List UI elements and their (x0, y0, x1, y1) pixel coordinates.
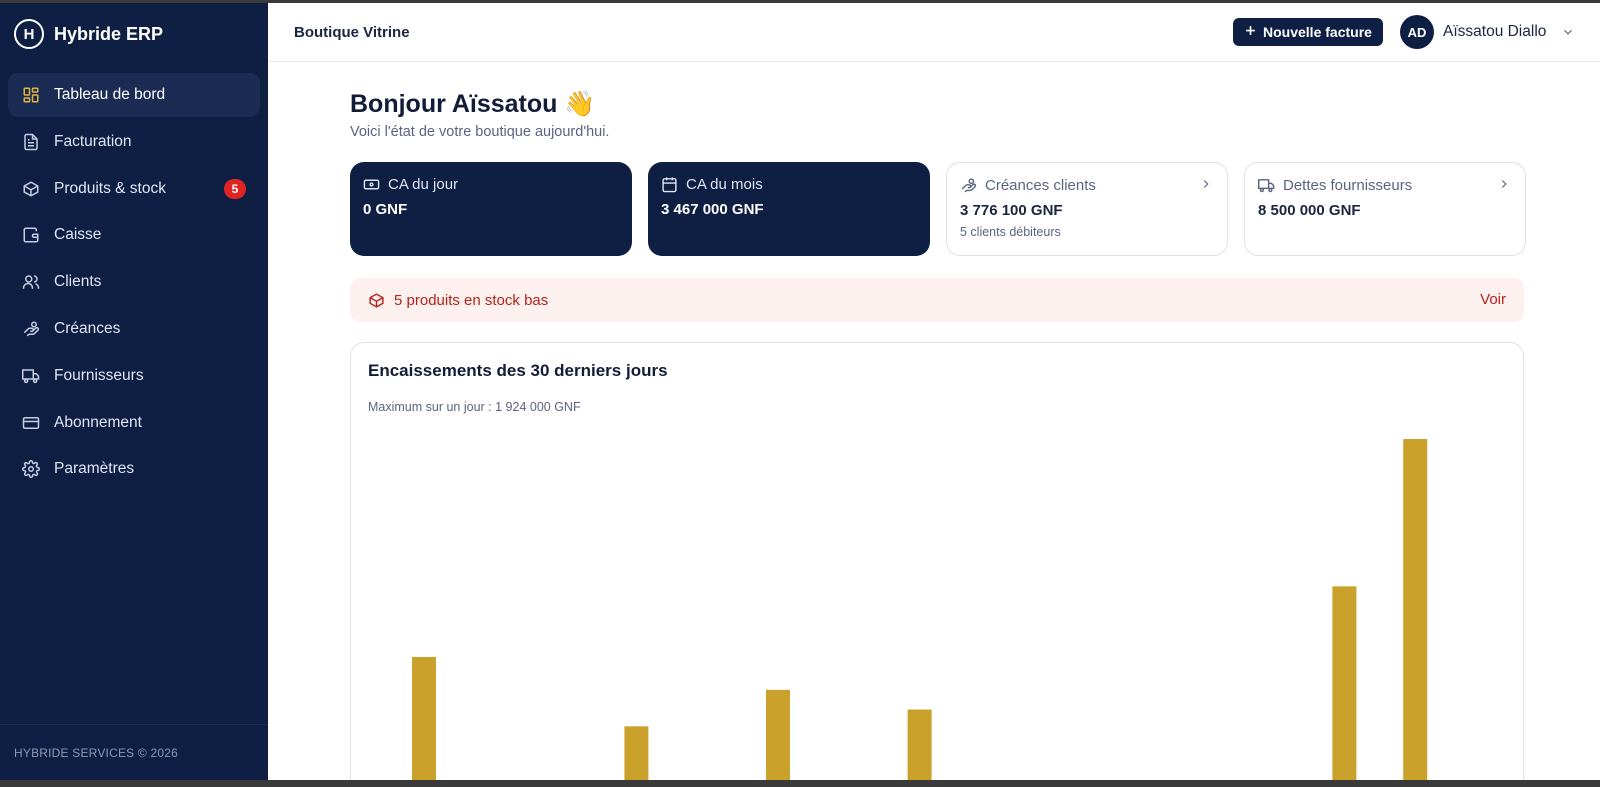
page-subtitle: Voici l'état de votre boutique aujourd'h… (350, 124, 610, 140)
chart-title: Encaissements des 30 derniers jours (368, 361, 668, 380)
chevron-right-icon (1501, 180, 1507, 188)
kpi-value: 3 467 000 GNF (661, 201, 764, 218)
dashboard-icon (22, 86, 40, 104)
low-stock-alert: 5 produits en stock bas Voir (350, 278, 1524, 322)
kpi-subtext: 5 clients débiteurs (960, 225, 1061, 239)
sidebar-item-label: Paramètres (54, 460, 135, 478)
sidebar-item-caisse[interactable]: Caisse (8, 213, 260, 257)
stock-alert-badge: 5 (224, 178, 246, 199)
kpi-card-ca-mois: CA du mois 3 467 000 GNF (648, 162, 930, 256)
chart-bar (766, 689, 790, 780)
plus-icon (1244, 24, 1257, 40)
cash-chart-card: Encaissements des 30 derniers jours Maxi… (350, 342, 1524, 780)
kpi-label: Créances clients (985, 177, 1096, 194)
credit-card-icon (22, 414, 40, 432)
sidebar-nav: Tableau de bord Facturation Produits & s… (0, 65, 268, 491)
chart-bar (624, 726, 649, 780)
truck-icon (22, 367, 40, 385)
sidebar-item-label: Clients (54, 273, 102, 291)
invoice-icon (22, 133, 40, 151)
sidebar-item-label: Produits & stock (54, 179, 166, 197)
user-name: Aïssatou Diallo (1443, 23, 1547, 40)
gear-icon (22, 460, 40, 479)
app-window: H Hybride ERP Tableau de bord Facturatio… (0, 3, 1600, 780)
sidebar-item-label: Facturation (54, 132, 132, 150)
truck-icon (1258, 179, 1275, 193)
sidebar-item-label: Fournisseurs (54, 366, 144, 384)
brand[interactable]: H Hybride ERP (0, 3, 268, 65)
sidebar-item-label: Abonnement (54, 413, 142, 431)
shop-name: Boutique Vitrine (294, 23, 410, 41)
sidebar-item-label: Créances (54, 319, 121, 337)
new-invoice-label: Nouvelle facture (1263, 24, 1372, 40)
sidebar-item-dashboard[interactable]: Tableau de bord (8, 73, 260, 117)
box-icon (369, 292, 384, 308)
sidebar-item-clients[interactable]: Clients (8, 260, 260, 304)
new-invoice-button[interactable]: Nouvelle facture (1233, 18, 1383, 46)
banknote-icon (363, 179, 380, 190)
sidebar-item-label: Tableau de bord (54, 86, 166, 103)
kpi-label: CA du mois (686, 176, 763, 193)
chart-bar (907, 709, 932, 780)
kpi-value: 0 GNF (363, 201, 408, 218)
kpi-label: CA du jour (388, 176, 459, 193)
kpi-value: 8 500 000 GNF (1258, 202, 1361, 219)
kpi-card-dettes[interactable]: Dettes fournisseurs 8 500 000 GNF (1244, 162, 1526, 256)
sidebar-footer: HYBRIDE SERVICES © 2026 (0, 724, 268, 780)
chevron-right-icon (1203, 180, 1209, 188)
user-menu[interactable]: AD Aïssatou Diallo (1400, 15, 1575, 49)
hand-coins-icon (22, 320, 40, 338)
chart-bar (412, 656, 436, 780)
hand-coins-icon (961, 178, 977, 193)
wallet-icon (22, 226, 40, 244)
calendar-icon (662, 177, 677, 193)
kpi-card-creances[interactable]: Créances clients 3 776 100 GNF 5 clients… (946, 162, 1228, 256)
sidebar-item-fournisseurs[interactable]: Fournisseurs (8, 354, 260, 398)
avatar: AD (1400, 15, 1434, 49)
kpi-label: Dettes fournisseurs (1283, 177, 1413, 194)
app-name: Hybride ERP (54, 23, 164, 44)
chevron-down-icon (1564, 29, 1573, 35)
sidebar-item-parametres[interactable]: Paramètres (8, 447, 260, 491)
brand-logo-icon: H (14, 19, 44, 49)
kpi-value: 3 776 100 GNF (960, 202, 1063, 219)
alert-view-link[interactable]: Voir (1480, 291, 1506, 308)
sidebar-item-label: Caisse (54, 226, 102, 244)
sidebar: H Hybride ERP Tableau de bord Facturatio… (0, 3, 268, 780)
top-header: Boutique Vitrine Nouvelle facture AD Aïs… (268, 3, 1600, 62)
sidebar-item-abonnement[interactable]: Abonnement (8, 401, 260, 445)
page-title: Bonjour Aïssatou 👋 (350, 90, 596, 118)
users-icon (22, 273, 40, 291)
kpi-card-ca-jour: CA du jour 0 GNF (350, 162, 632, 256)
box-icon (22, 180, 40, 198)
alert-text: 5 produits en stock bas (394, 291, 549, 309)
sidebar-item-creances[interactable]: Créances (8, 307, 260, 351)
main-content: Bonjour Aïssatou 👋 Voici l'état de votre… (268, 62, 1600, 780)
sidebar-item-produits-stock[interactable]: Produits & stock 5 (8, 167, 260, 211)
sidebar-item-facturation[interactable]: Facturation (8, 120, 260, 164)
chart-bar (1403, 439, 1428, 780)
chart-subtitle: Maximum sur un jour : 1 924 000 GNF (368, 400, 581, 414)
chart-bar (1332, 586, 1357, 780)
